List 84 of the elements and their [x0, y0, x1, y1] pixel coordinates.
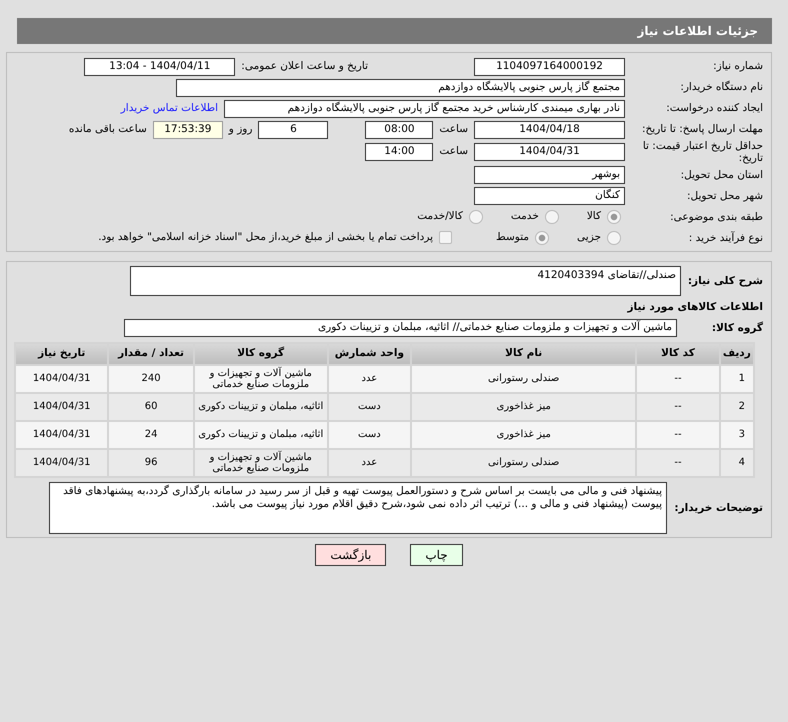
input-field[interactable]: نادر بهاری میمندی کارشناس خرید مجتمع گاز پارس جنوبی پالایشگاه دوازدهم: [224, 100, 625, 118]
page-title: جزئیات اطلاعات نیاز: [17, 18, 772, 44]
field-label: شماره نیاز:: [712, 60, 764, 73]
table-cell: دست: [328, 422, 410, 448]
table-cell: --: [637, 394, 719, 420]
table-cell: 240: [109, 366, 193, 392]
radio-button[interactable]: [607, 210, 621, 224]
table-cell: 1404/04/31: [16, 366, 108, 392]
radio-label: کالا: [586, 208, 602, 224]
radio-button[interactable]: [468, 210, 483, 224]
table-cell: 4: [720, 450, 753, 476]
table-cell: صندلی رستورانی: [412, 366, 636, 392]
radio-label: کالا/خدمت: [416, 208, 464, 224]
remaining-time: 17:53:39: [152, 120, 223, 138]
field-label: گروه کالا:: [710, 322, 764, 334]
field-label: حداقل تاریخ اعتبار قیمت: تا تاریخ:: [642, 140, 764, 164]
field-label: طبقه بندی موضوعی:: [669, 210, 764, 223]
table-cell: 96: [109, 450, 193, 476]
field-label: روز و: [227, 122, 254, 137]
table-cell: اثاثیه، مبلمان و تزیینات دکوری: [194, 422, 327, 448]
table-cell: صندلی رستورانی: [412, 450, 636, 476]
column-header: نام کالا: [412, 344, 636, 364]
input-field[interactable]: 1404/04/18: [474, 120, 625, 138]
table-cell: 3: [720, 422, 753, 448]
table-cell: عدد: [328, 450, 410, 476]
radio-label: خدمت: [510, 208, 540, 224]
input-field[interactable]: 1404/04/31: [474, 143, 625, 162]
radio-label: جزیی: [576, 230, 602, 245]
field-label: تاریخ و ساعت اعلان عمومی:: [240, 58, 369, 74]
field-label: استان محل تحویل:: [680, 168, 764, 181]
field-label: شرح کلی نیاز:: [686, 275, 764, 288]
table-cell: ماشین آلات و تجهیزات و ملزومات صنایع خدماتی: [194, 450, 327, 476]
column-header: ردیف: [720, 344, 753, 364]
section-title: اطلاعات کالاهای مورد نیاز: [627, 300, 764, 313]
table-cell: 1404/04/31: [16, 450, 108, 476]
table-cell: --: [637, 450, 719, 476]
table-cell: میز غذاخوری: [412, 394, 636, 420]
column-header: گروه کالا: [194, 344, 327, 364]
column-header: واحد شمارش: [328, 344, 410, 364]
field-label: ایجاد کننده درخواست:: [665, 102, 764, 115]
input-field[interactable]: ماشین آلات و تجهیزات و ملزومات صنایع خدماتی// اثاثیه، مبلمان و تزیینات دکوری: [124, 318, 677, 337]
input-field[interactable]: 1404/04/11 - 13:04: [84, 58, 236, 76]
column-header: تعداد / مقدار: [109, 344, 193, 364]
radio-label: متوسط: [495, 230, 530, 245]
input-field[interactable]: بوشهر: [474, 166, 625, 184]
field-label: نام دستگاه خریدار:: [679, 81, 764, 94]
column-header: کد کالا: [637, 344, 719, 364]
checkbox-label: پرداخت تمام یا بخشی از مبلغ خرید،از محل "اسناد خزانه اسلامی" خواهد بود.: [97, 230, 434, 245]
table-cell: 1404/04/31: [16, 422, 108, 448]
table-cell: 1: [720, 366, 753, 392]
table-cell: --: [637, 366, 719, 392]
contact-link[interactable]: اطلاعات تماس خریدار: [114, 100, 224, 116]
input-field[interactable]: مجتمع گاز پارس جنوبی پالایشگاه دوازدهم: [176, 78, 625, 96]
column-header: تاریخ نیاز: [16, 344, 108, 364]
checkbox[interactable]: [439, 231, 452, 244]
table-cell: ماشین آلات و تجهیزات و ملزومات صنایع خدماتی: [194, 366, 327, 392]
action-button[interactable]: بازگشت: [315, 544, 386, 566]
input-field[interactable]: کنگان: [474, 186, 625, 205]
table-cell: 1404/04/31: [16, 394, 108, 420]
description-field[interactable]: صندلی//تقاضای 4120403394: [130, 266, 681, 296]
input-field[interactable]: 14:00: [365, 143, 434, 162]
table-cell: میز غذاخوری: [412, 422, 636, 448]
table-cell: 24: [109, 422, 193, 448]
table-cell: 2: [720, 394, 753, 420]
field-label: شهر محل تحویل:: [686, 190, 764, 202]
notes-field[interactable]: پیشنهاد فنی و مالی می بایست بر اساس شرح و دستورالعمل پیوست تهیه و قبل از سر رسید در سامانه بارگذاری گردد،به پیشنهادهای فاقد پیوست (پیشنهاد فنی و مالی و ...) ترتیب اثر داده نمی شود،شرح دقیق اقلام مورد نیاز پیوست می باشد.: [49, 482, 667, 534]
input-field[interactable]: 1104097164000192: [474, 58, 625, 76]
radio-button[interactable]: [535, 230, 550, 245]
radio-button[interactable]: [607, 230, 621, 245]
input-field[interactable]: 08:00: [365, 120, 434, 138]
table-cell: 60: [109, 394, 193, 420]
table-cell: دست: [328, 394, 410, 420]
field-label: ساعت: [438, 122, 469, 137]
field-label: نوع فرآیند خرید :: [688, 232, 764, 244]
action-button[interactable]: چاپ: [410, 544, 463, 566]
field-label: ساعت: [438, 144, 469, 160]
table-cell: اثاثیه، مبلمان و تزیینات دکوری: [194, 394, 327, 420]
table-cell: --: [637, 422, 719, 448]
radio-button[interactable]: [544, 210, 559, 224]
field-label: توضیحات خریدار:: [673, 502, 764, 514]
table-cell: عدد: [328, 366, 410, 392]
field-label: مهلت ارسال پاسخ: تا تاریخ:: [640, 123, 764, 136]
input-field[interactable]: 6: [258, 120, 328, 138]
field-label: ساعت باقی مانده: [68, 122, 148, 137]
